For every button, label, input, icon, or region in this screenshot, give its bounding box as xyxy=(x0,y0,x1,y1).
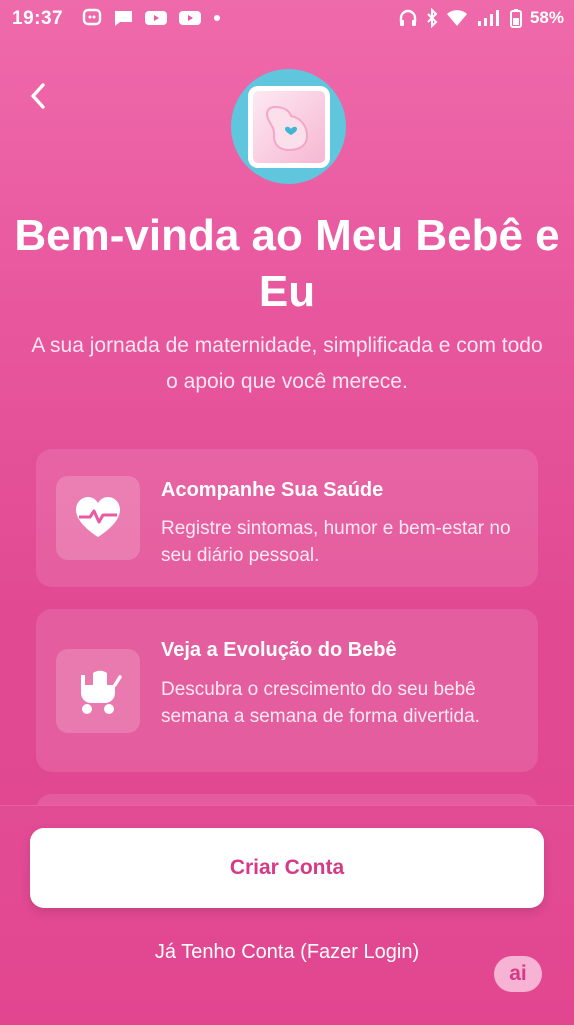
page-subtitle: A sua jornada de maternidade, simplifica… xyxy=(31,334,543,393)
system-icons: 58% xyxy=(398,8,564,28)
feature-description: Descubra o crescimento do seu bebê seman… xyxy=(161,679,480,727)
ai-badge: ai xyxy=(494,956,542,992)
back-button[interactable] xyxy=(22,78,54,114)
feature-title: Acompanhe Sua Saúde xyxy=(161,479,384,501)
dot-icon xyxy=(214,15,220,21)
heart-pulse-icon xyxy=(56,476,140,560)
login-link[interactable]: Já Tenho Conta (Fazer Login) xyxy=(0,941,574,964)
baby-stroller-icon xyxy=(56,649,140,733)
feature-card-health: Acompanhe Sua Saúde Registre sintomas, h… xyxy=(36,449,538,587)
page-title: Bem-vinda ao Meu Bebê e Eu xyxy=(14,211,560,316)
signal-icon xyxy=(477,10,499,26)
notification-icons xyxy=(82,8,222,28)
headphones-icon xyxy=(399,9,417,26)
video-icon xyxy=(179,11,201,25)
chat-icon xyxy=(82,8,102,26)
feature-title: Veja a Evolução do Bebê xyxy=(161,639,397,661)
chevron-left-icon xyxy=(31,83,45,109)
feature-card-baby: Veja a Evolução do Bebê Descubra o cresc… xyxy=(36,609,538,772)
video-icon xyxy=(145,11,167,25)
create-account-button[interactable]: Criar Conta xyxy=(30,828,544,908)
wifi-icon xyxy=(446,10,467,26)
app-logo xyxy=(231,69,346,184)
battery-icon xyxy=(509,9,522,28)
status-time: 19:37 xyxy=(12,8,64,29)
status-bar: 19:37 58% xyxy=(0,0,574,36)
message-icon xyxy=(114,11,132,26)
pregnancy-icon xyxy=(247,85,330,168)
battery-level: 58% xyxy=(529,8,564,27)
feature-description: Registre sintomas, humor e bem-estar no … xyxy=(161,518,511,566)
bluetooth-icon xyxy=(427,8,438,28)
